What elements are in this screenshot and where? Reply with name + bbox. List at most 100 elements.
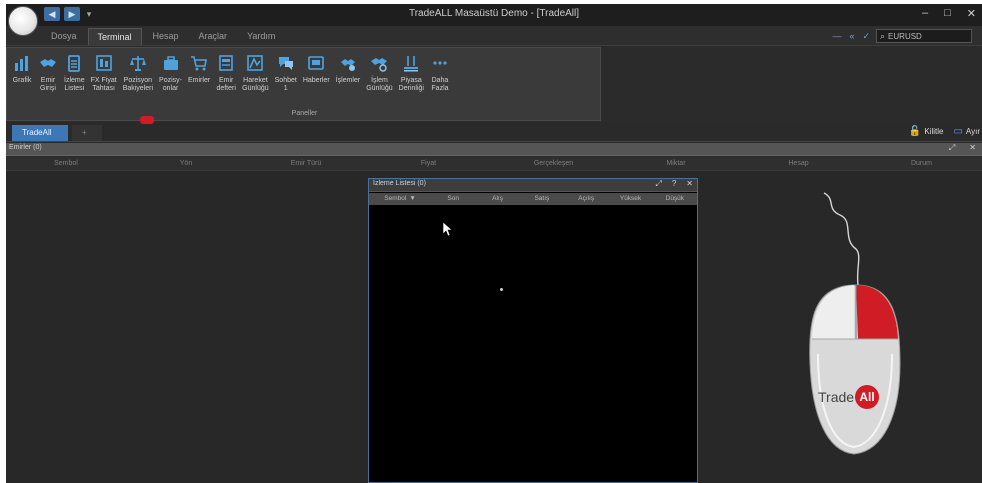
col-filled[interactable]: Gerçekleşen bbox=[491, 157, 616, 170]
activity-log-icon bbox=[245, 52, 265, 74]
ribbon-button-market-depth[interactable]: Piyasa Derinliği bbox=[396, 52, 427, 93]
chart-icon bbox=[12, 52, 32, 74]
title-bar: TradeALL Masaüstü Demo - [TradeAll] ◀ ▶ … bbox=[6, 4, 982, 26]
ribbon-button-label: Grafik bbox=[12, 77, 32, 84]
ribbon-button-briefcase[interactable]: Pozisy- onlar bbox=[156, 52, 185, 93]
order-book-icon bbox=[216, 52, 236, 74]
tab-file[interactable]: Dosya bbox=[42, 28, 86, 45]
brand-name: Trade bbox=[818, 389, 855, 405]
float-panel-icon[interactable]: ⤢ bbox=[949, 143, 955, 153]
ribbon-button-label: İşlem Günlüğü bbox=[366, 77, 393, 92]
detach-label: Ayır bbox=[965, 127, 980, 136]
ribbon-panels: Grafik Emir Girişi İzleme Listesi FX Fiyat … bbox=[6, 47, 601, 121]
watchlist-title: İzleme Listesi (0) bbox=[373, 180, 426, 187]
symbol-search[interactable]: ⌕ bbox=[876, 29, 972, 43]
app-window: TradeALL Masaüstü Demo - [TradeAll] ◀ ▶ … bbox=[6, 4, 982, 483]
clipboard-icon bbox=[64, 52, 84, 74]
lock-icon: 🔓 bbox=[908, 126, 922, 137]
check-icon[interactable]: ✓ bbox=[862, 31, 870, 42]
orders-column-header: Sembol Yön Emir Türü Fiyat Gerçekleşen M… bbox=[6, 157, 982, 171]
dash-icon[interactable]: — bbox=[832, 31, 841, 42]
close-panel-icon[interactable]: ✕ bbox=[969, 143, 976, 153]
col-quantity[interactable]: Miktar bbox=[616, 157, 736, 170]
ribbon-button-label: Emir defteri bbox=[216, 77, 236, 92]
ribbon-button-label: Piyasa Derinliği bbox=[398, 77, 424, 92]
col-side[interactable]: Yön bbox=[126, 157, 246, 170]
ribbon-button-label: Pozisy- onlar bbox=[159, 77, 182, 92]
watchlist-column-header: Sembol ▼ Son Alış Satış Açılış Yüksek Düş… bbox=[369, 193, 697, 205]
ribbon-button-label: İşlemler bbox=[335, 77, 361, 84]
forward-icon[interactable]: ▶ bbox=[64, 7, 80, 21]
wl-col-open[interactable]: Açılış bbox=[564, 193, 608, 205]
ribbon-button-label: Pozisyon Bakiyeleri bbox=[122, 77, 154, 92]
ribbon-button-label: Daha Fazla bbox=[431, 77, 449, 92]
ribbon-button-chart[interactable]: Grafik bbox=[9, 52, 35, 93]
doc-tab-add[interactable]: + bbox=[72, 125, 102, 141]
ribbon-button-scale[interactable]: Pozisyon Bakiyeleri bbox=[120, 52, 156, 93]
ribbon-button-handshake[interactable]: Emir Girişi bbox=[35, 52, 61, 93]
lock-button[interactable]: 🔓 Kilitle bbox=[909, 126, 944, 137]
brand-mouse-illustration: Trade All bbox=[796, 189, 906, 469]
cart-icon bbox=[189, 52, 209, 74]
workspace-actions: 🔓 Kilitle ▭ Ayır bbox=[909, 126, 980, 137]
quick-access-toolbar: ◀ ▶ ▾ bbox=[44, 7, 94, 21]
maximize-button[interactable]: □ bbox=[944, 7, 951, 20]
ribbon-button-label: Hareket Günlüğü bbox=[242, 77, 269, 92]
doc-tab-tradeall[interactable]: TradeAll bbox=[12, 125, 68, 141]
brand-logo: Trade All bbox=[818, 385, 880, 409]
back-icon[interactable]: ◀ bbox=[44, 7, 60, 21]
wl-col-bid[interactable]: Alış bbox=[475, 193, 519, 205]
dropdown-icon[interactable]: ▾ bbox=[84, 7, 94, 21]
ribbon-button-transactions[interactable]: İşlemler bbox=[333, 52, 364, 93]
ribbon-button-cart[interactable]: Emirler bbox=[185, 52, 213, 93]
ribbon-button-price-board[interactable]: FX Fiyat Tahtası bbox=[88, 52, 120, 93]
ribbon-button-label: Haberler bbox=[302, 77, 330, 84]
ribbon-button-label: FX Fiyat Tahtası bbox=[90, 77, 117, 92]
tab-help[interactable]: Yardım bbox=[238, 28, 284, 45]
ribbon-button-label: Sohbet 1 bbox=[274, 77, 297, 92]
briefcase-icon bbox=[161, 52, 181, 74]
tab-tools[interactable]: Araçlar bbox=[190, 28, 237, 45]
col-price[interactable]: Fiyat bbox=[366, 157, 491, 170]
app-logo[interactable] bbox=[8, 6, 154, 124]
close-icon[interactable]: ✕ bbox=[686, 179, 693, 189]
minimize-button[interactable]: – bbox=[922, 7, 928, 20]
chat-icon bbox=[276, 52, 296, 74]
ribbon-button-clipboard[interactable]: İzleme Listesi bbox=[61, 52, 88, 93]
col-status[interactable]: Durum bbox=[861, 157, 982, 170]
wl-col-high[interactable]: Yüksek bbox=[608, 193, 652, 205]
handshake-icon bbox=[38, 52, 58, 74]
watchlist-window[interactable]: İzleme Listesi (0) ⤢ ? ✕ Sembol ▼ Son Alı… bbox=[368, 178, 698, 483]
trade-log-icon bbox=[369, 52, 389, 74]
tab-terminal[interactable]: Terminal bbox=[87, 28, 142, 45]
ribbon-button-news[interactable]: Haberler bbox=[300, 52, 333, 93]
col-order-type[interactable]: Emir Türü bbox=[246, 157, 366, 170]
chevron-icon[interactable]: « bbox=[849, 31, 854, 42]
ribbon-empty-area bbox=[601, 47, 982, 121]
ribbon-button-more[interactable]: Daha Fazla bbox=[427, 52, 453, 93]
wl-col-last[interactable]: Son bbox=[431, 193, 475, 205]
close-button[interactable]: ✕ bbox=[967, 7, 976, 20]
help-icon[interactable]: ? bbox=[672, 179, 676, 189]
detach-button[interactable]: ▭ Ayır bbox=[953, 126, 980, 137]
wl-col-ask[interactable]: Satış bbox=[520, 193, 564, 205]
col-symbol[interactable]: Sembol bbox=[6, 157, 126, 170]
more-icon bbox=[430, 52, 450, 74]
float-icon[interactable]: ⤢ bbox=[655, 179, 661, 189]
watchlist-title-bar[interactable]: İzleme Listesi (0) ⤢ ? ✕ bbox=[369, 179, 697, 192]
tab-account[interactable]: Hesap bbox=[144, 28, 188, 45]
menu-tab-bar: Dosya Terminal Hesap Araçlar Yardım — « … bbox=[6, 26, 982, 46]
search-input[interactable] bbox=[888, 31, 959, 41]
logo-mark bbox=[140, 116, 154, 124]
ribbon-button-order-book[interactable]: Emir defteri bbox=[213, 52, 239, 93]
news-icon bbox=[306, 52, 326, 74]
col-account[interactable]: Hesap bbox=[736, 157, 861, 170]
wl-col-low[interactable]: Düşük bbox=[653, 193, 697, 205]
filter-icon[interactable]: ▼ bbox=[409, 195, 415, 202]
ribbon-button-chat[interactable]: Sohbet 1 bbox=[272, 52, 300, 93]
wl-col-symbol-label: Sembol bbox=[384, 195, 407, 202]
window-title: TradeALL Masaüstü Demo - [TradeAll] bbox=[408, 8, 580, 19]
ribbon-button-activity-log[interactable]: Hareket Günlüğü bbox=[239, 52, 271, 93]
wl-col-symbol[interactable]: Sembol ▼ bbox=[369, 193, 431, 205]
ribbon-button-trade-log[interactable]: İşlem Günlüğü bbox=[363, 52, 395, 93]
